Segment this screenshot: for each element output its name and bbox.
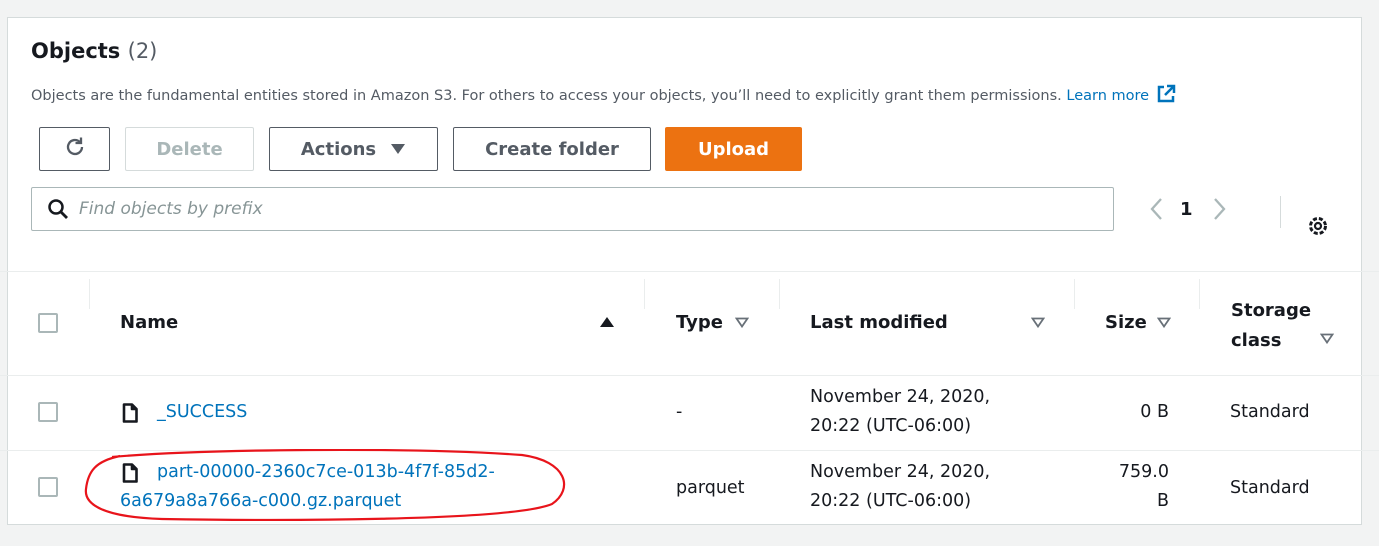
delete-button[interactable]: Delete — [125, 127, 254, 171]
actions-dropdown-button[interactable]: Actions — [269, 127, 438, 171]
object-storage-class: Standard — [1230, 478, 1310, 498]
sort-icon[interactable] — [1319, 333, 1335, 348]
pager-divider — [1280, 196, 1281, 228]
search-placeholder: Find objects by prefix — [79, 199, 263, 219]
object-name-link[interactable]: _SUCCESS — [157, 398, 247, 427]
external-link-icon — [1155, 83, 1177, 109]
current-page[interactable]: 1 — [1180, 199, 1193, 220]
column-header-name[interactable]: Name — [120, 312, 178, 333]
column-separator — [1199, 279, 1200, 309]
object-type: parquet — [676, 478, 745, 498]
header-divider — [0, 375, 1379, 376]
object-last-modified: November 24, 2020, 20:22 (UTC-06:00) — [810, 462, 991, 511]
storage-class-line: Storage — [1231, 300, 1312, 321]
sort-icon[interactable] — [734, 317, 750, 332]
object-name-link[interactable]: part-00000-2360c7ce-013b-4f7f-85d2- 6a67… — [120, 458, 495, 516]
file-icon — [122, 403, 138, 427]
row-checkbox[interactable] — [38, 477, 58, 497]
object-size: 0 B — [1140, 402, 1169, 422]
column-header-size[interactable]: Size — [1105, 312, 1147, 333]
sort-icon[interactable] — [1030, 317, 1046, 332]
object-storage-class: Standard — [1230, 402, 1310, 422]
prev-page-icon[interactable] — [1147, 196, 1167, 222]
actions-label: Actions — [300, 138, 377, 160]
object-count: (2) — [127, 39, 158, 63]
object-type: - — [676, 402, 683, 422]
next-page-icon[interactable] — [1209, 196, 1229, 222]
refresh-button[interactable] — [39, 127, 110, 171]
column-header-type[interactable]: Type — [676, 312, 723, 333]
objects-description: Objects are the fundamental entities sto… — [31, 83, 1177, 109]
search-input[interactable]: Find objects by prefix — [31, 187, 1114, 231]
row-checkbox[interactable] — [38, 402, 58, 422]
learn-more-link[interactable]: Learn more — [1066, 84, 1177, 104]
refresh-icon — [63, 135, 87, 164]
column-header-storage-class[interactable]: Storage class — [1231, 296, 1311, 356]
storage-class-line: class — [1231, 330, 1282, 351]
column-separator — [779, 279, 780, 309]
create-folder-button[interactable]: Create folder — [453, 127, 651, 171]
object-last-modified: November 24, 2020, 20:22 (UTC-06:00) — [810, 387, 991, 436]
table-top-divider — [0, 271, 1379, 272]
sort-icon[interactable] — [1156, 317, 1172, 332]
row-divider — [0, 450, 1379, 451]
caret-down-icon — [390, 143, 406, 155]
sort-ascending-icon[interactable] — [599, 316, 615, 332]
object-size: 759.0 B — [1118, 462, 1169, 511]
upload-button[interactable]: Upload — [665, 127, 802, 171]
page-title: Objects — [31, 39, 121, 63]
column-header-last-modified[interactable]: Last modified — [810, 312, 948, 333]
search-icon — [47, 198, 69, 220]
select-all-checkbox[interactable] — [38, 313, 58, 333]
column-separator — [89, 279, 90, 309]
column-separator — [644, 279, 645, 309]
pagination: 1 — [1147, 196, 1229, 222]
objects-title: Objects (2) — [31, 39, 157, 63]
column-separator — [1074, 279, 1075, 309]
gear-icon[interactable] — [1306, 214, 1330, 238]
description-text: Objects are the fundamental entities sto… — [31, 88, 1062, 104]
